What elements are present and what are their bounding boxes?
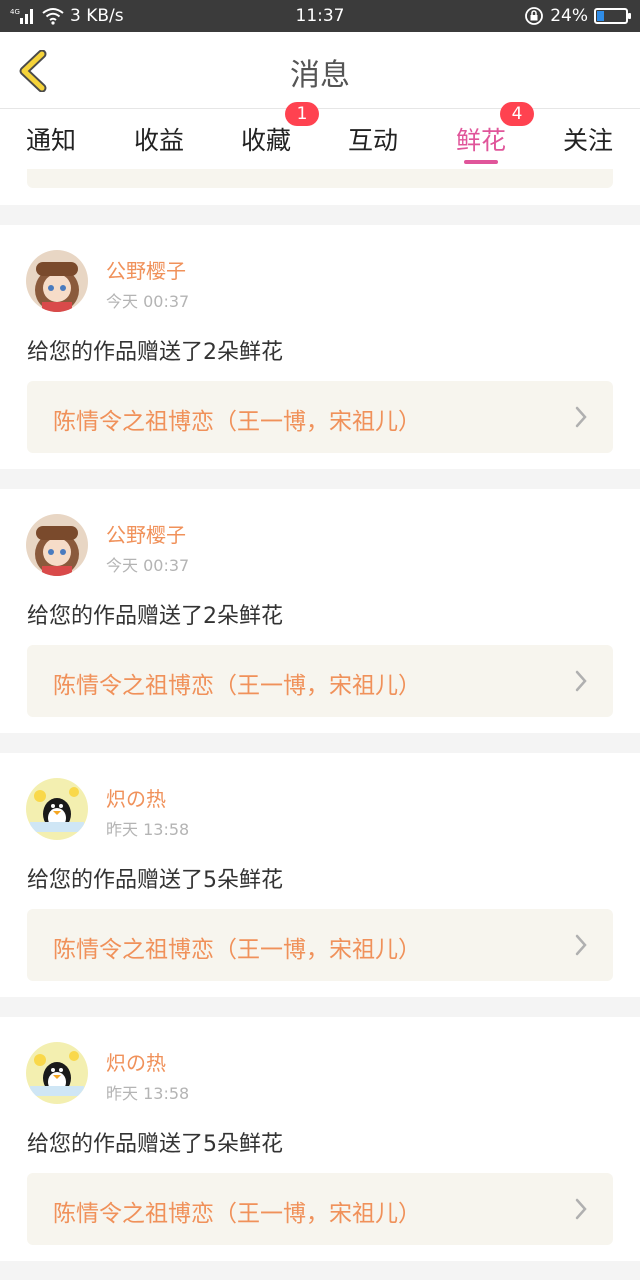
battery-icon (594, 8, 631, 24)
header: 消息 (0, 32, 640, 109)
message-card: 炽の热 昨天 13:58 给您的作品赠送了5朵鲜花 陈情令之祖博恋（王一博，宋祖… (0, 753, 640, 997)
avatar[interactable] (26, 514, 88, 576)
sender-name[interactable]: 公野樱子 (106, 519, 186, 548)
anime-girl-avatar-icon (26, 514, 88, 576)
chevron-right-icon (575, 670, 587, 692)
work-link[interactable]: 陈情令之祖博恋（王一博，宋祖儿） (27, 645, 613, 717)
page-title: 消息 (290, 58, 350, 93)
message-text: 给您的作品赠送了5朵鲜花 (27, 1132, 283, 1157)
penguin-avatar-icon (26, 778, 88, 840)
work-title: 陈情令之祖博恋（王一博，宋祖儿） (53, 673, 421, 699)
message-time: 今天 00:37 (106, 556, 190, 575)
avatar[interactable] (26, 778, 88, 840)
avatar[interactable] (26, 1042, 88, 1104)
work-link[interactable]: 陈情令之祖博恋（王一博，宋祖儿） (27, 909, 613, 981)
battery-fill (597, 11, 604, 21)
work-title: 陈情令之祖博恋（王一博，宋祖儿） (53, 409, 421, 435)
tab-favorites[interactable]: 收藏 (241, 121, 291, 157)
message-time: 昨天 13:58 (106, 1084, 190, 1103)
message-text: 给您的作品赠送了2朵鲜花 (27, 340, 283, 365)
sender-name[interactable]: 炽の热 (106, 783, 166, 812)
sender-name[interactable]: 公野樱子 (106, 255, 186, 284)
tab-earnings[interactable]: 收益 (134, 121, 184, 157)
anime-girl-avatar-icon (26, 250, 88, 312)
message-card: 公野樱子 今天 00:37 给您的作品赠送了2朵鲜花 陈情令之祖博恋（王一博，宋… (0, 225, 640, 469)
avatar[interactable] (26, 250, 88, 312)
tab-flowers[interactable]: 鲜花 (456, 121, 506, 157)
work-title: 陈情令之祖博恋（王一博，宋祖儿） (53, 937, 421, 963)
tab-bar: 通知 收益 收藏 1 互动 鲜花 4 关注 (0, 102, 640, 169)
chevron-right-icon (575, 406, 587, 428)
partial-message-card (0, 169, 640, 205)
tab-follow[interactable]: 关注 (563, 121, 613, 157)
message-text: 给您的作品赠送了2朵鲜花 (27, 604, 283, 629)
favorites-badge: 1 (285, 102, 319, 126)
work-link[interactable]: 陈情令之祖博恋（王一博，宋祖儿） (27, 381, 613, 453)
battery-percent: 24% (550, 6, 588, 26)
active-tab-indicator (464, 160, 498, 164)
tab-notice[interactable]: 通知 (26, 121, 76, 157)
flowers-badge: 4 (500, 102, 534, 126)
message-card: 炽の热 昨天 13:58 给您的作品赠送了5朵鲜花 陈情令之祖博恋（王一博，宋祖… (0, 1017, 640, 1261)
work-title: 陈情令之祖博恋（王一博，宋祖儿） (53, 1201, 421, 1227)
message-time: 昨天 13:58 (106, 820, 190, 839)
penguin-avatar-icon (26, 1042, 88, 1104)
partial-work-box[interactable] (27, 169, 613, 188)
message-text: 给您的作品赠送了5朵鲜花 (27, 868, 283, 893)
tab-interaction[interactable]: 互动 (348, 121, 398, 157)
sender-name[interactable]: 炽の热 (106, 1047, 166, 1076)
status-right: 24% (524, 6, 631, 26)
screen-lock-icon (525, 7, 544, 25)
message-time: 今天 00:37 (106, 292, 190, 311)
work-link[interactable]: 陈情令之祖博恋（王一博，宋祖儿） (27, 1173, 613, 1245)
chevron-right-icon (575, 934, 587, 956)
chevron-right-icon (575, 1198, 587, 1220)
message-card: 公野樱子 今天 00:37 给您的作品赠送了2朵鲜花 陈情令之祖博恋（王一博，宋… (0, 489, 640, 733)
status-bar: 4G 3 KB/s 11:37 24% (0, 0, 640, 32)
